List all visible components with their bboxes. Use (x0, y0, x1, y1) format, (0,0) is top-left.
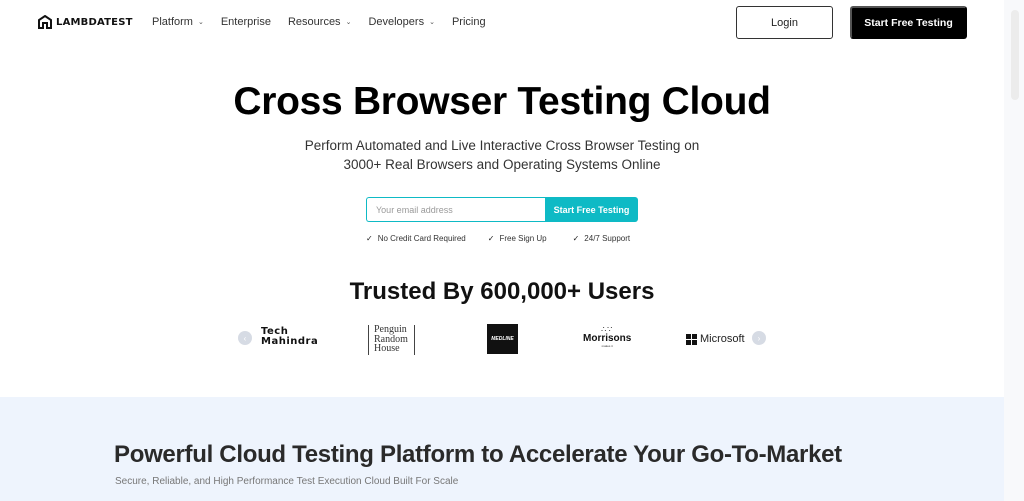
login-button[interactable]: Login (736, 6, 833, 39)
lambdatest-logo-icon (38, 15, 52, 29)
nav-enterprise[interactable]: Enterprise (221, 16, 271, 28)
hero-title: Cross Browser Testing Cloud (233, 80, 771, 123)
windows-grid-icon (686, 333, 697, 345)
perk-item: ✓ 24/7 Support (573, 234, 631, 243)
page: LAMBDATEST Platform ⌄ Enterprise Resourc… (0, 0, 1024, 501)
trusted-by-heading: Trusted By 600,000+ Users (349, 278, 655, 305)
perk-label: 24/7 Support (584, 234, 631, 243)
medline-logo: MEDLINE (487, 324, 518, 354)
perk-label: No Credit Card Required (377, 234, 466, 243)
start-free-testing-header-button[interactable]: Start Free Testing (850, 6, 967, 39)
chevron-down-icon: ⌄ (429, 19, 435, 26)
platform-section-title: Powerful Cloud Testing Platform to Accel… (114, 441, 842, 468)
chevron-right-icon: › (757, 333, 761, 343)
checkmark-icon: ✓ (487, 234, 495, 243)
nav-resources[interactable]: Resources ⌄ (288, 16, 351, 28)
checkmark-icon: ✓ (366, 234, 373, 243)
hero-subtitle: Perform Automated and Live Interactive C… (0, 136, 1004, 174)
perk-label: Free Sign Up (499, 234, 547, 243)
checkmark-icon: ✓ (572, 234, 580, 243)
tech-mahindra-logo: Tech Mahindra (261, 327, 318, 347)
logo-text-line: House (374, 343, 400, 354)
signup-form: Start Free Testing (366, 197, 638, 222)
chevron-left-icon: ‹ (243, 333, 247, 343)
logo-text-line: Mahindra (261, 336, 319, 347)
main-nav: Platform ⌄ Enterprise Resources ⌄ Develo… (152, 16, 503, 28)
hero-subtitle-line1: Perform Automated and Live Interactive C… (304, 138, 700, 153)
carousel-prev-button[interactable]: ‹ (238, 331, 252, 345)
carousel-next-button[interactable]: › (752, 331, 766, 345)
brand-name: LAMBDATEST (56, 16, 133, 28)
nav-pricing[interactable]: Pricing (452, 16, 486, 28)
nav-resources-label: Resources (287, 16, 341, 28)
customer-logos-carousel: ‹ Tech Mahindra Penguin Random House MED… (238, 322, 768, 358)
nav-platform-label: Platform (152, 16, 193, 28)
morrisons-logo: ∴∵ Morrisons makes it (583, 325, 631, 348)
microsoft-logo: Microsoft (686, 333, 745, 345)
perk-item: ✓ No Credit Card Required (366, 234, 466, 243)
nav-enterprise-label: Enterprise (220, 16, 271, 28)
start-free-testing-button[interactable]: Start Free Testing (545, 197, 638, 222)
logo-text: MEDLINE (491, 336, 514, 342)
chevron-down-icon: ⌄ (345, 19, 352, 26)
top-navbar: LAMBDATEST Platform ⌄ Enterprise Resourc… (0, 0, 1024, 46)
logo-text: Morrisons (583, 333, 632, 344)
logo-text: Microsoft (700, 333, 745, 345)
email-input[interactable] (366, 197, 545, 222)
chevron-down-icon: ⌄ (197, 19, 204, 26)
nav-pricing-label: Pricing (451, 16, 486, 28)
platform-section-subtitle: Secure, Reliable, and High Performance T… (115, 476, 459, 487)
penguin-random-house-logo: Penguin Random House (368, 325, 415, 355)
hero-subtitle-line2: 3000+ Real Browsers and Operating System… (343, 157, 661, 172)
nav-platform[interactable]: Platform ⌄ (152, 16, 204, 28)
perks-list: ✓ No Credit Card Required ✓ Free Sign Up… (366, 234, 630, 243)
vertical-scrollbar[interactable] (1004, 0, 1024, 501)
brand-logo[interactable]: LAMBDATEST (38, 15, 133, 29)
scrollbar-thumb[interactable] (1011, 10, 1019, 100)
perk-item: ✓ Free Sign Up (488, 234, 547, 243)
platform-section: Powerful Cloud Testing Platform to Accel… (0, 397, 1004, 501)
logo-tagline: makes it (601, 344, 613, 348)
nav-developers-label: Developers (368, 16, 425, 28)
nav-developers[interactable]: Developers ⌄ (368, 16, 435, 28)
